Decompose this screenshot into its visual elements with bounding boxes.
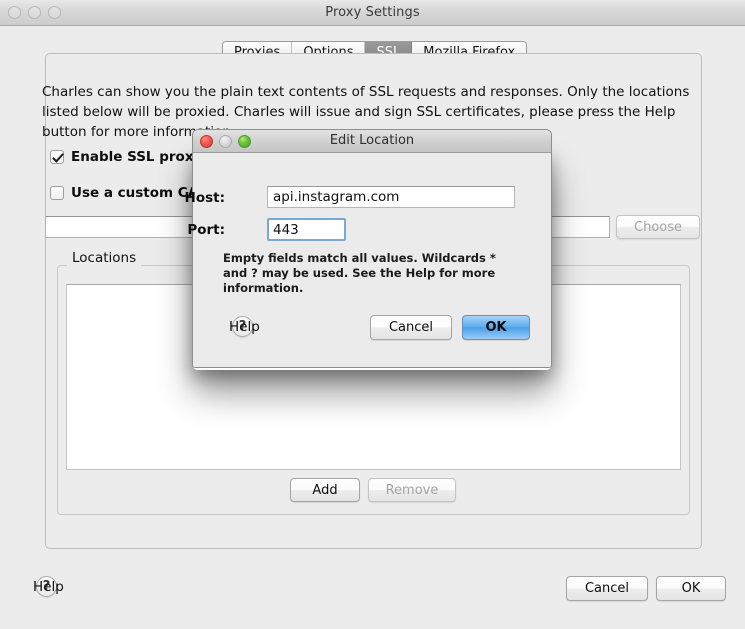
- dialog-titlebar: Edit Location: [193, 130, 551, 153]
- use-custom-ca-checkbox[interactable]: [50, 186, 64, 200]
- add-location-button[interactable]: Add: [290, 478, 360, 502]
- dialog-ok-button[interactable]: OK: [462, 315, 530, 340]
- port-input[interactable]: [267, 218, 346, 241]
- dialog-title: Edit Location: [329, 133, 415, 148]
- proxy-settings-window: Proxy Settings Proxies Options SSL Mozil…: [0, 0, 745, 629]
- host-input[interactable]: [267, 186, 515, 208]
- locations-group-label: Locations: [67, 250, 142, 266]
- remove-location-button[interactable]: Remove: [368, 478, 456, 502]
- window-cancel-button[interactable]: Cancel: [566, 576, 648, 601]
- host-label: Host:: [184, 190, 225, 206]
- port-label: Port:: [187, 222, 225, 238]
- dialog-note-text: Empty fields match all values. Wildcards…: [223, 251, 496, 295]
- enable-ssl-proxying-checkbox[interactable]: [50, 150, 64, 164]
- window-help-button[interactable]: ? Help: [33, 576, 64, 598]
- window-title: Proxy Settings: [325, 5, 420, 20]
- window-ok-button[interactable]: OK: [656, 576, 726, 601]
- dialog-help-button[interactable]: ? Help: [229, 316, 260, 338]
- window-titlebar: Proxy Settings: [0, 0, 745, 26]
- window-help-label: Help: [33, 579, 64, 595]
- choose-button[interactable]: Choose: [616, 215, 700, 239]
- dialog-cancel-button[interactable]: Cancel: [370, 315, 452, 340]
- dialog-help-label: Help: [229, 319, 260, 335]
